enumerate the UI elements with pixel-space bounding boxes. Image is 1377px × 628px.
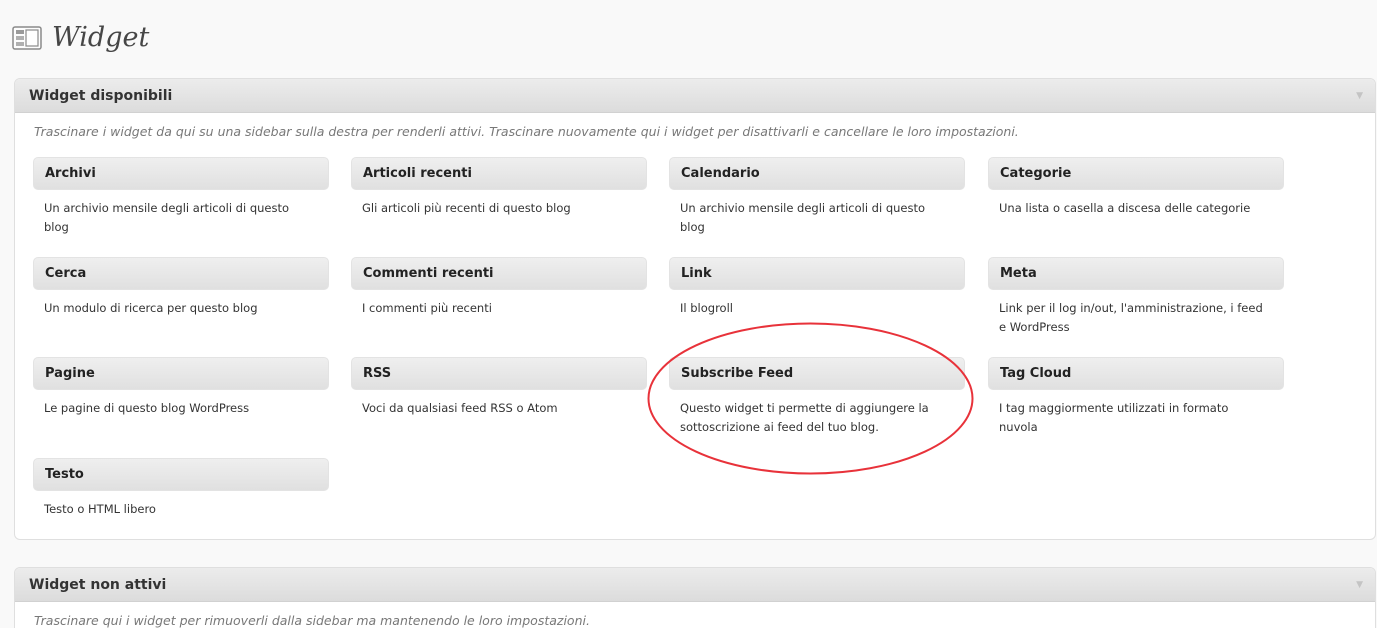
widget-title[interactable]: Pagine [33,357,329,390]
widget-description: Testo o HTML libero [44,502,156,516]
widget-archivi[interactable]: Archivi Un archivio mensile degli artico… [33,157,329,237]
widget-title[interactable]: Subscribe Feed [669,357,965,390]
widget-link[interactable]: Link Il blogroll [669,257,965,318]
widget-description: Una lista o casella a discesa delle cate… [999,201,1251,215]
page-header: Widget [12,22,149,53]
widget-categorie[interactable]: Categorie Una lista o casella a discesa … [988,157,1284,218]
available-widgets-header[interactable]: Widget disponibili ▼ [15,79,1375,113]
widget-tag-cloud[interactable]: Tag Cloud I tag maggiormente utilizzati … [988,357,1284,437]
widget-subscribe-feed[interactable]: Subscribe Feed Questo widget ti permette… [669,357,965,437]
widget-description: I commenti più recenti [362,301,492,315]
available-widgets-title: Widget disponibili [29,87,173,104]
widget-testo[interactable]: Testo Testo o HTML libero [33,458,329,519]
widget-description: Link per il log in/out, l'amministrazion… [999,301,1263,334]
widget-description: Il blogroll [680,301,733,315]
inactive-widgets-panel: Widget non attivi ▼ Trascinare qui i wid… [14,567,1376,628]
widget-description: Un archivio mensile degli articoli di qu… [680,201,926,234]
widget-title[interactable]: Cerca [33,257,329,290]
widget-description: Gli articoli più recenti di questo blog [362,201,571,215]
widget-description: Un modulo di ricerca per questo blog [44,301,258,315]
inactive-widgets-title: Widget non attivi [29,576,167,593]
widget-description: I tag maggiormente utilizzati in formato… [999,401,1229,434]
inactive-widgets-description: Trascinare qui i widget per rimuoverli d… [34,613,590,628]
widget-title[interactable]: Tag Cloud [988,357,1284,390]
widget-description: Questo widget ti permette di aggiungere … [680,401,929,434]
widget-pagine[interactable]: Pagine Le pagine di questo blog WordPres… [33,357,329,418]
widget-title[interactable]: Testo [33,458,329,491]
widget-title[interactable]: Archivi [33,157,329,190]
available-widgets-panel: Widget disponibili ▼ Trascinare i widget… [14,78,1376,540]
widget-description: Voci da qualsiasi feed RSS o Atom [362,401,558,415]
widget-commenti-recenti[interactable]: Commenti recenti I commenti più recenti [351,257,647,318]
available-widgets-description: Trascinare i widget da qui su una sideba… [34,124,1019,139]
inactive-widgets-header[interactable]: Widget non attivi ▼ [15,568,1375,602]
widgets-layout-icon [12,25,42,50]
page-title: Widget [52,22,150,53]
widget-title[interactable]: Meta [988,257,1284,290]
widget-calendario[interactable]: Calendario Un archivio mensile degli art… [669,157,965,237]
widget-rss[interactable]: RSS Voci da qualsiasi feed RSS o Atom [351,357,647,418]
widget-title[interactable]: Categorie [988,157,1284,190]
widget-title[interactable]: RSS [351,357,647,390]
triangle-down-icon[interactable]: ▼ [1356,91,1363,101]
widget-cerca[interactable]: Cerca Un modulo di ricerca per questo bl… [33,257,329,318]
widget-description: Un archivio mensile degli articoli di qu… [44,201,290,234]
widget-title[interactable]: Commenti recenti [351,257,647,290]
widget-meta[interactable]: Meta Link per il log in/out, l'amministr… [988,257,1284,337]
widget-articoli-recenti[interactable]: Articoli recenti Gli articoli più recent… [351,157,647,218]
widget-description: Le pagine di questo blog WordPress [44,401,250,415]
widget-title[interactable]: Articoli recenti [351,157,647,190]
triangle-down-icon[interactable]: ▼ [1356,580,1363,590]
widget-title[interactable]: Calendario [669,157,965,190]
widget-title[interactable]: Link [669,257,965,290]
